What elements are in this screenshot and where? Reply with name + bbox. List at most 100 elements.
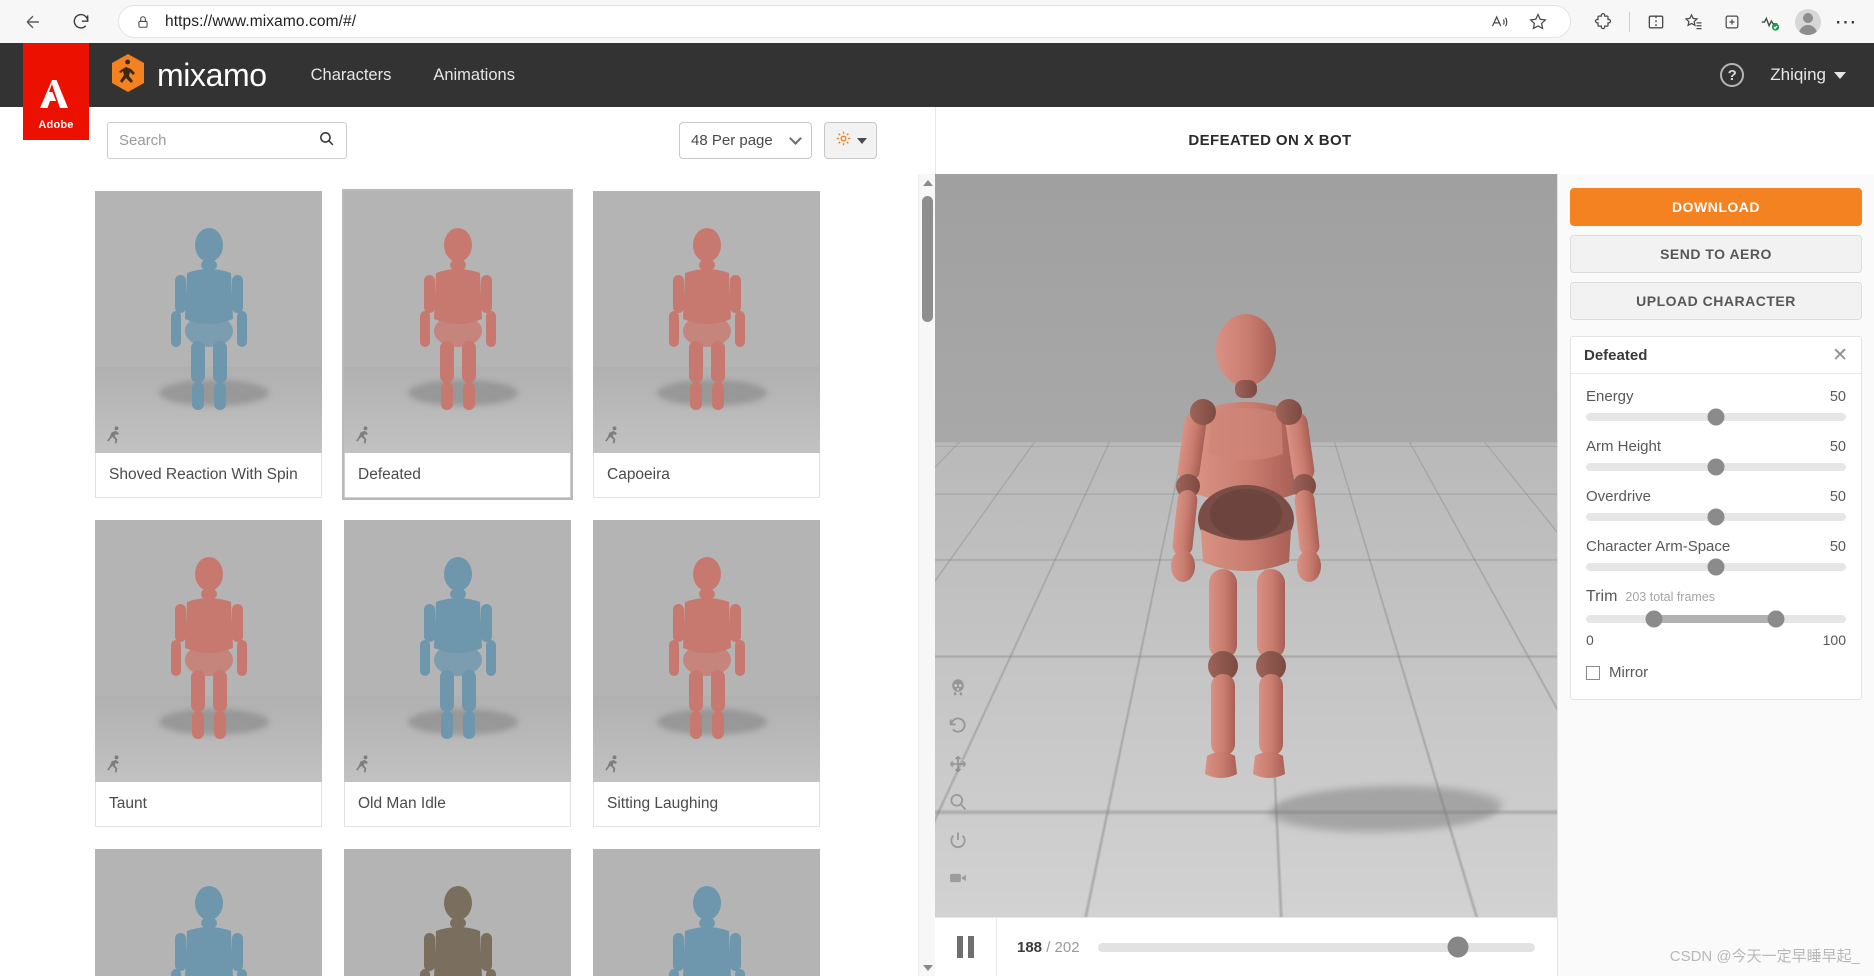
download-button[interactable]: DOWNLOAD [1570,188,1862,226]
animation-thumbnail[interactable] [95,849,322,976]
camera-icon[interactable] [947,867,969,889]
slider-label: Character Arm-Space [1586,538,1731,555]
trim-total-frames: 203 total frames [1625,590,1716,604]
back-arrow-icon[interactable] [14,3,52,41]
run-badge-icon [104,425,124,445]
slider-knob[interactable] [1707,408,1725,426]
pan-icon[interactable] [947,753,969,775]
slider-knob[interactable] [1707,458,1725,476]
slider-knob[interactable] [1707,558,1725,576]
run-badge-icon [104,754,124,774]
power-icon[interactable] [947,829,969,851]
split-screen-icon[interactable] [1638,5,1674,39]
mixamo-brand[interactable]: mixamo [110,53,267,98]
results-scrollbar[interactable] [918,174,935,976]
animation-card[interactable] [95,849,322,976]
preview-title: DEFEATED ON X BOT [1188,132,1352,149]
send-to-aero-button[interactable]: SEND TO AERO [1570,235,1862,273]
results-toolbar: 48 Per page [0,107,935,174]
animation-card[interactable]: Shoved Reaction With Spin [95,191,322,498]
animation-settings-card: Defeated ✕ Energy 50 Arm Height 50 Overdrive… [1570,336,1862,700]
scrollbar-thumb[interactable] [922,196,933,322]
address-url-text: https://www.mixamo.com/#/ [165,12,357,30]
animation-card-label: Sitting Laughing [593,782,820,827]
nav-characters[interactable]: Characters [311,66,392,85]
frame-counter: 188 / 202 [1017,939,1080,956]
adobe-logo: Adobe [23,43,89,140]
animation-thumbnail[interactable] [95,520,322,782]
timeline-slider[interactable] [1097,936,1535,958]
trim-start-knob[interactable] [1645,610,1663,628]
run-badge-icon [602,425,622,445]
mixamo-logo-icon [110,53,146,98]
close-icon[interactable]: ✕ [1832,346,1848,365]
scroll-up-arrow-icon[interactable] [919,174,936,191]
run-badge-icon [353,425,373,445]
slider-knob[interactable] [1707,508,1725,526]
search-icon[interactable] [318,130,335,152]
slider-row: Overdrive 50 [1586,488,1846,526]
collections-add-icon[interactable] [1714,5,1750,39]
slider-track[interactable] [1586,508,1846,526]
animation-card[interactable]: Taunt [95,520,322,827]
animation-card[interactable] [593,849,820,976]
watermark-text: CSDN @今天一定早睡早起_ [1669,948,1860,965]
toolbar-divider [1629,11,1630,32]
total-frames: 202 [1054,938,1080,956]
trim-track[interactable] [1586,610,1846,628]
pause-button[interactable] [935,918,997,976]
user-menu[interactable]: Zhiqing [1770,65,1846,85]
search-input[interactable] [119,132,318,149]
caret-down-icon [856,137,867,144]
slider-track[interactable] [1586,558,1846,576]
mirror-checkbox[interactable] [1586,665,1600,680]
lock-icon [133,12,153,32]
animation-thumbnail[interactable] [593,520,820,782]
mirror-toggle[interactable]: Mirror [1586,664,1846,681]
help-icon[interactable]: ? [1720,63,1745,87]
trim-max-label: 100 [1822,632,1846,648]
settings-dropdown-button[interactable] [824,122,877,159]
animation-thumbnail[interactable] [344,191,571,453]
animation-thumbnail[interactable] [344,849,571,976]
reload-icon[interactable] [62,3,100,41]
address-bar[interactable]: https://www.mixamo.com/#/ [118,5,1571,38]
slider-track[interactable] [1586,458,1846,476]
animation-thumbnail[interactable] [344,520,571,782]
animation-card[interactable]: Defeated [344,191,571,498]
upload-character-button[interactable]: UPLOAD CHARACTER [1570,282,1862,320]
animation-thumbnail[interactable] [593,191,820,453]
animation-card-label: Old Man Idle [344,782,571,827]
extensions-icon[interactable] [1585,5,1621,39]
star-icon[interactable] [1520,5,1556,39]
read-aloud-icon[interactable] [1482,5,1518,39]
trim-end-knob[interactable] [1767,610,1785,628]
animation-results-grid[interactable]: Shoved Reaction With Spin Defeated Capoeir… [0,174,918,976]
more-options-icon[interactable]: ⋯ [1828,5,1864,39]
profile-avatar-icon[interactable] [1790,5,1826,39]
slider-track[interactable] [1586,408,1846,426]
browser-action-icons: ⋯ [1585,5,1874,39]
skeleton-icon[interactable] [947,677,969,699]
animation-thumbnail[interactable] [95,191,322,453]
animation-card-label: Capoeira [593,453,820,498]
reset-icon[interactable] [947,715,969,737]
right-action-panel: DOWNLOAD SEND TO AERO UPLOAD CHARACTER D… [1557,174,1874,976]
animation-thumbnail[interactable] [593,849,820,976]
scroll-down-arrow-icon[interactable] [919,959,936,976]
favorites-list-icon[interactable] [1676,5,1712,39]
search-box[interactable] [107,122,347,159]
animation-player-bar: 188 / 202 [935,917,1557,976]
nav-animations[interactable]: Animations [433,66,515,85]
animation-card[interactable]: Capoeira [593,191,820,498]
preview-viewport[interactable] [935,174,1557,917]
per-page-select[interactable]: 48 Per page [679,122,812,159]
browser-essentials-icon[interactable] [1752,5,1788,39]
animation-card[interactable] [344,849,571,976]
animation-card[interactable]: Sitting Laughing [593,520,820,827]
pause-icon [957,936,974,958]
timeline-knob[interactable] [1447,936,1469,958]
animation-card[interactable]: Old Man Idle [344,520,571,827]
trim-label: Trim [1586,588,1618,605]
zoom-icon[interactable] [947,791,969,813]
